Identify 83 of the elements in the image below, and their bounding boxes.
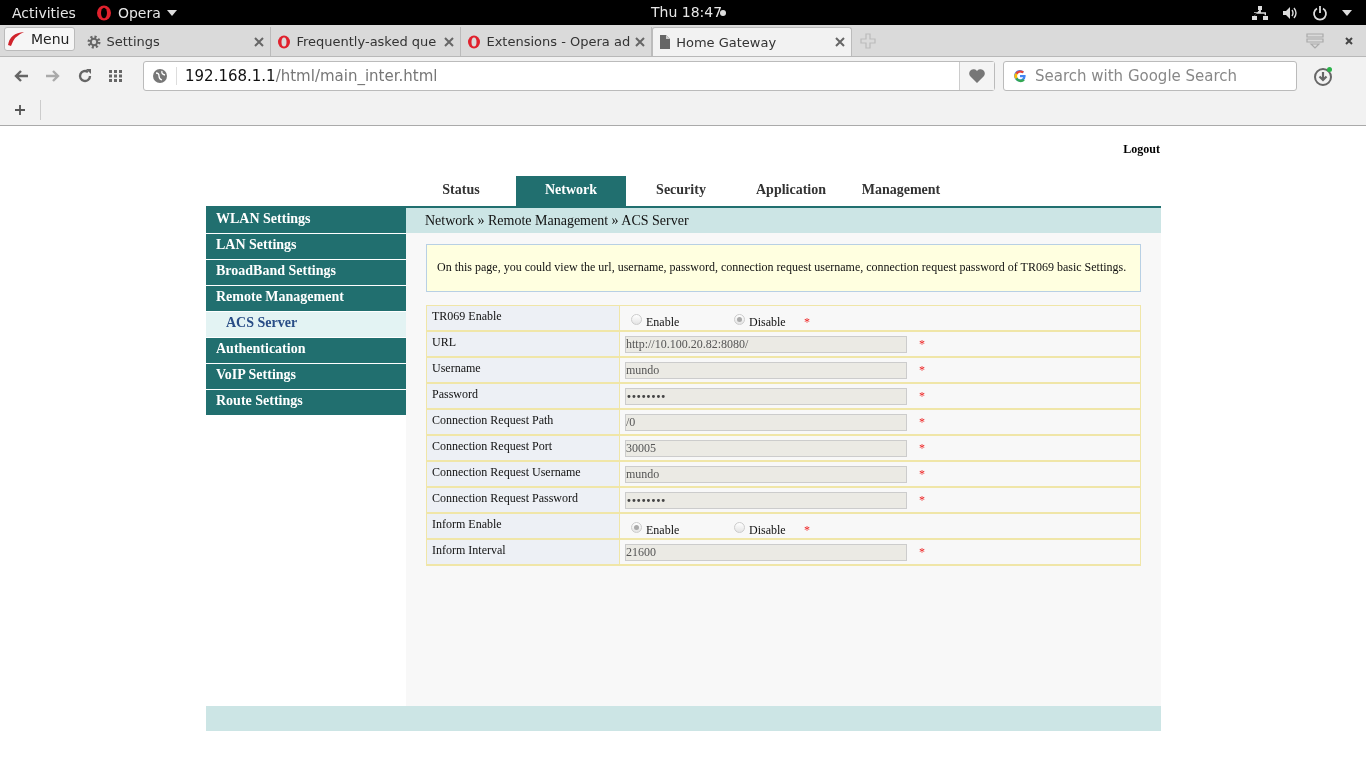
field-label: Inform Enable — [427, 514, 620, 538]
gear-icon — [87, 34, 102, 49]
close-icon[interactable] — [444, 36, 455, 47]
required-mark: * — [804, 522, 810, 538]
sidebar-item[interactable]: Authentication — [206, 338, 406, 363]
breadcrumb: Network » Remote Management » ACS Server — [425, 213, 689, 228]
required-mark: * — [919, 388, 925, 404]
field-label: Password — [427, 384, 620, 408]
radio-label: Disable — [749, 522, 786, 538]
input-field[interactable]: mundo — [625, 361, 907, 379]
field-label: URL — [427, 332, 620, 356]
download-icon[interactable] — [1313, 66, 1333, 86]
address-field[interactable]: 192.168.1.1/html/main_inter.html — [143, 61, 995, 91]
clock[interactable]: Thu 18:47 — [651, 4, 723, 20]
globe-icon — [152, 68, 168, 84]
menu-button[interactable]: Menu — [4, 27, 76, 51]
required-mark: * — [919, 336, 925, 352]
field-label: Connection Request Username — [427, 462, 620, 486]
input-field[interactable]: •••••••• — [625, 387, 907, 405]
grid-icon[interactable] — [109, 70, 123, 82]
heart-icon[interactable] — [968, 68, 986, 84]
field-label: Inform Interval — [427, 540, 620, 564]
document-icon — [659, 35, 672, 49]
input-field[interactable]: /0 — [625, 413, 907, 431]
add-icon[interactable] — [14, 104, 26, 116]
radio-button[interactable] — [734, 313, 745, 325]
app-menu[interactable]: Opera — [95, 4, 177, 21]
required-mark: * — [919, 362, 925, 378]
opera-logo-icon — [467, 34, 482, 49]
radio-label: Disable — [749, 314, 786, 330]
reload-icon[interactable] — [77, 68, 93, 84]
sidebar-item[interactable]: WLAN Settings — [206, 208, 406, 233]
required-mark: * — [919, 414, 925, 430]
search-field[interactable]: Search with Google Search — [1003, 61, 1297, 91]
field-label: Connection Request Path — [427, 410, 620, 434]
radio-button[interactable] — [631, 521, 642, 533]
close-icon[interactable] — [835, 37, 846, 47]
required-mark: * — [919, 544, 925, 560]
required-mark: * — [804, 314, 810, 330]
network-icon[interactable] — [1252, 4, 1268, 21]
radio-button[interactable] — [631, 313, 642, 325]
input-field[interactable]: http://10.100.20.82:8080/ — [625, 335, 907, 353]
field-label: Connection Request Password — [427, 488, 620, 512]
sidebar-subitem[interactable]: ACS Server — [206, 312, 406, 337]
nav-tab[interactable]: Security — [626, 176, 736, 206]
radio-button[interactable] — [734, 521, 745, 533]
google-logo-icon — [1013, 69, 1027, 83]
sidebar-item[interactable]: LAN Settings — [206, 234, 406, 259]
close-icon[interactable] — [1344, 36, 1354, 46]
power-icon[interactable] — [1312, 4, 1328, 21]
nav-tab[interactable]: Application — [736, 176, 846, 206]
input-field[interactable]: 21600 — [625, 543, 907, 561]
logout-link[interactable]: Logout — [1123, 142, 1160, 157]
input-field[interactable]: 30005 — [625, 439, 907, 457]
radio-label: Enable — [646, 314, 680, 330]
activities-button[interactable]: Activities — [12, 4, 76, 21]
nav-tab[interactable]: Management — [846, 176, 956, 206]
required-mark: * — [919, 466, 925, 482]
close-icon[interactable] — [635, 36, 646, 47]
caret-icon — [166, 9, 177, 16]
notification-dot-icon — [720, 10, 726, 16]
nav-tab[interactable]: Network — [516, 176, 626, 206]
opera-logo-icon — [95, 4, 112, 21]
sidebar-item[interactable]: BroadBand Settings — [206, 260, 406, 285]
input-field[interactable]: •••••••• — [625, 491, 907, 509]
field-label: TR069 Enable — [427, 306, 620, 330]
sidebar-item[interactable]: Route Settings — [206, 390, 406, 415]
radio-label: Enable — [646, 522, 680, 538]
required-mark: * — [919, 492, 925, 508]
browser-tab[interactable]: Home Gateway — [652, 27, 853, 56]
sidebar-item[interactable]: Remote Management — [206, 286, 406, 311]
info-notice: On this page, you could view the url, username, password, connection request username, connection request password of TR069 basic Settings. — [426, 244, 1141, 292]
opera-logo-icon — [277, 34, 292, 49]
required-mark: * — [919, 440, 925, 456]
field-label: Username — [427, 358, 620, 382]
opera-logo-icon — [7, 31, 25, 47]
input-field[interactable]: mundo — [625, 465, 907, 483]
back-icon[interactable] — [13, 69, 29, 83]
field-label: Connection Request Port — [427, 436, 620, 460]
sidebar-item[interactable]: VoIP Settings — [206, 364, 406, 389]
caret-icon[interactable] — [1342, 9, 1352, 16]
nav-tab[interactable]: Status — [406, 176, 516, 206]
close-icon[interactable] — [254, 36, 265, 47]
